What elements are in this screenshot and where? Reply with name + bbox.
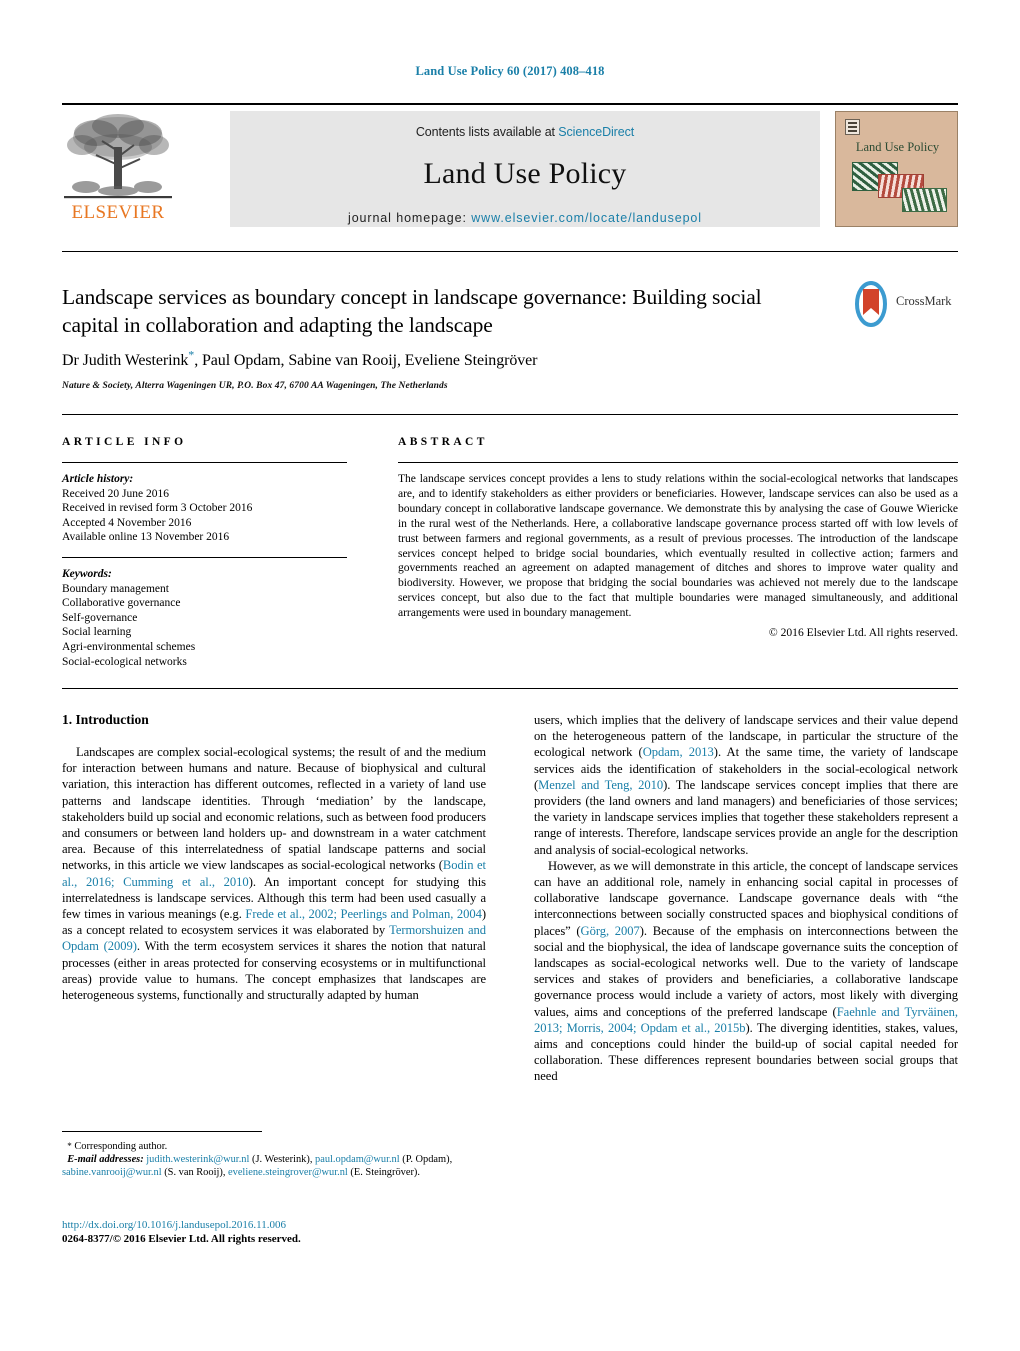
cover-art-forest-icon <box>902 188 947 212</box>
paragraph-text: Landscapes are complex social-ecological… <box>62 745 486 873</box>
keyword-item: Boundary management <box>62 582 169 595</box>
article-info-heading: ARTICLE INFO <box>62 436 187 448</box>
abstract-text: The landscape services concept provides … <box>398 472 958 620</box>
citation-link[interactable]: Opdam, 2013 <box>643 745 714 759</box>
keywords-label: Keywords: <box>62 567 112 580</box>
journal-homepage-line: journal homepage: www.elsevier.com/locat… <box>230 211 820 225</box>
email-link[interactable]: paul.opdam@wur.nl <box>315 1154 400 1165</box>
email-owner: (E. Steingröver) <box>350 1167 418 1179</box>
crossmark-badge[interactable]: CrossMark <box>848 281 960 327</box>
history-item: Received in revised form 3 October 2016 <box>62 502 253 515</box>
citation-link[interactable]: Frede et al., 2002; Peerlings and Polman… <box>245 907 482 921</box>
article-history-label: Article history: <box>62 473 134 485</box>
article-history-block: Article history: Received 20 June 2016 R… <box>62 472 347 545</box>
abstract-rule <box>398 462 958 463</box>
citation-link[interactable]: Görg, 2007 <box>581 924 640 938</box>
crossmark-icon <box>855 281 887 327</box>
corresponding-author-note: * Corresponding author. <box>62 1140 486 1153</box>
body-column-left: 1. Introduction Landscapes are complex s… <box>62 712 486 1003</box>
article-info-column: ARTICLE INFO Article history: Received 2… <box>62 436 347 669</box>
abstract-copyright: © 2016 Elsevier Ltd. All rights reserved… <box>768 626 958 640</box>
contents-list-line: Contents lists available at ScienceDirec… <box>230 111 820 139</box>
title-divider <box>62 251 958 252</box>
keyword-item: Self-governance <box>62 611 138 624</box>
elsevier-tree-icon <box>64 114 172 199</box>
journal-band: Contents lists available at ScienceDirec… <box>230 111 820 227</box>
homepage-prefix: journal homepage: <box>348 211 472 225</box>
doi-block: http://dx.doi.org/10.1016/j.landusepol.2… <box>62 1218 522 1246</box>
sciencedirect-link[interactable]: ScienceDirect <box>558 125 634 139</box>
cover-journal-title: Land Use Policy <box>855 140 940 154</box>
crossmark-label: CrossMark <box>896 294 952 308</box>
keyword-item: Agri-environmental schemes <box>62 640 196 653</box>
corresponding-author-marker: * <box>188 348 195 362</box>
keyword-item: Collaborative governance <box>62 597 181 610</box>
history-item: Accepted 4 November 2016 <box>62 516 192 529</box>
issn-copyright-line: 0264-8377/© 2016 Elsevier Ltd. All right… <box>62 1233 301 1245</box>
email-owner: (J. Westerink) <box>251 1154 310 1166</box>
email-link[interactable]: judith.westerink@wur.nl <box>146 1154 249 1165</box>
section-title-introduction: 1. Introduction <box>62 712 149 727</box>
email-addresses-note: E-mail addresses: judith.westerink@wur.n… <box>62 1154 453 1179</box>
doi-link[interactable]: http://dx.doi.org/10.1016/j.landusepol.2… <box>62 1218 522 1232</box>
email-addresses-label: E-mail addresses: <box>67 1154 144 1166</box>
journal-masthead: ELSEVIER Contents lists available at Sci… <box>62 103 958 227</box>
cover-elsevier-logo-icon <box>845 119 860 135</box>
citation-link[interactable]: Menzel and Teng, 2010 <box>538 778 663 792</box>
email-link[interactable]: sabine.vanrooij@wur.nl <box>62 1167 162 1178</box>
email-owner: (P. Opdam) <box>402 1154 450 1166</box>
paragraph: users, which implies that the delivery o… <box>534 712 958 858</box>
keywords-divider <box>62 556 347 558</box>
contents-prefix: Contents lists available at <box>415 125 559 139</box>
paragraph: However, as we will demonstrate in this … <box>534 858 958 1085</box>
journal-cover-thumbnail: Land Use Policy <box>835 111 958 227</box>
author-list: Dr Judith Westerink*, Paul Opdam, Sabine… <box>62 348 922 370</box>
journal-title: Land Use Policy <box>423 157 627 190</box>
article-info-rule <box>62 462 347 463</box>
paper-page: Land Use Policy 60 (2017) 408–418 ELSEVI… <box>0 0 1020 1351</box>
author-affiliation: Nature & Society, Alterra Wageningen UR,… <box>62 381 448 391</box>
paragraph: Landscapes are complex social-ecological… <box>62 744 486 1003</box>
body-divider <box>62 688 958 689</box>
history-item: Received 20 June 2016 <box>62 487 169 500</box>
abstract-column: ABSTRACT The landscape services concept … <box>398 436 958 639</box>
corresponding-author-label: Corresponding author. <box>74 1141 168 1152</box>
footnotes-block: * Corresponding author. E-mail addresses… <box>62 1140 486 1180</box>
footnote-divider <box>62 1131 262 1132</box>
paper-title: Landscape services as boundary concept i… <box>62 285 762 337</box>
body-column-right: users, which implies that the delivery o… <box>534 712 958 1085</box>
info-section-divider <box>62 414 958 415</box>
corresponding-star: * <box>67 1141 72 1151</box>
email-link[interactable]: eveliene.steingrover@wur.nl <box>228 1167 348 1178</box>
author-names: Dr Judith Westerink*, Paul Opdam, Sabine… <box>62 348 538 370</box>
email-owner: (S. van Rooij) <box>164 1167 223 1179</box>
journal-homepage-link[interactable]: www.elsevier.com/locate/landusepol <box>471 211 702 225</box>
keywords-block: Keywords: Boundary management Collaborat… <box>62 567 347 669</box>
keyword-item: Social learning <box>62 626 132 639</box>
elsevier-logo: ELSEVIER <box>62 111 174 227</box>
masthead-top-rule <box>62 103 958 105</box>
abstract-heading: ABSTRACT <box>398 436 488 448</box>
keyword-item: Social-ecological networks <box>62 655 187 668</box>
history-item: Available online 13 November 2016 <box>62 531 230 544</box>
elsevier-wordmark: ELSEVIER <box>71 202 165 223</box>
running-head: Land Use Policy 60 (2017) 408–418 <box>415 64 605 78</box>
